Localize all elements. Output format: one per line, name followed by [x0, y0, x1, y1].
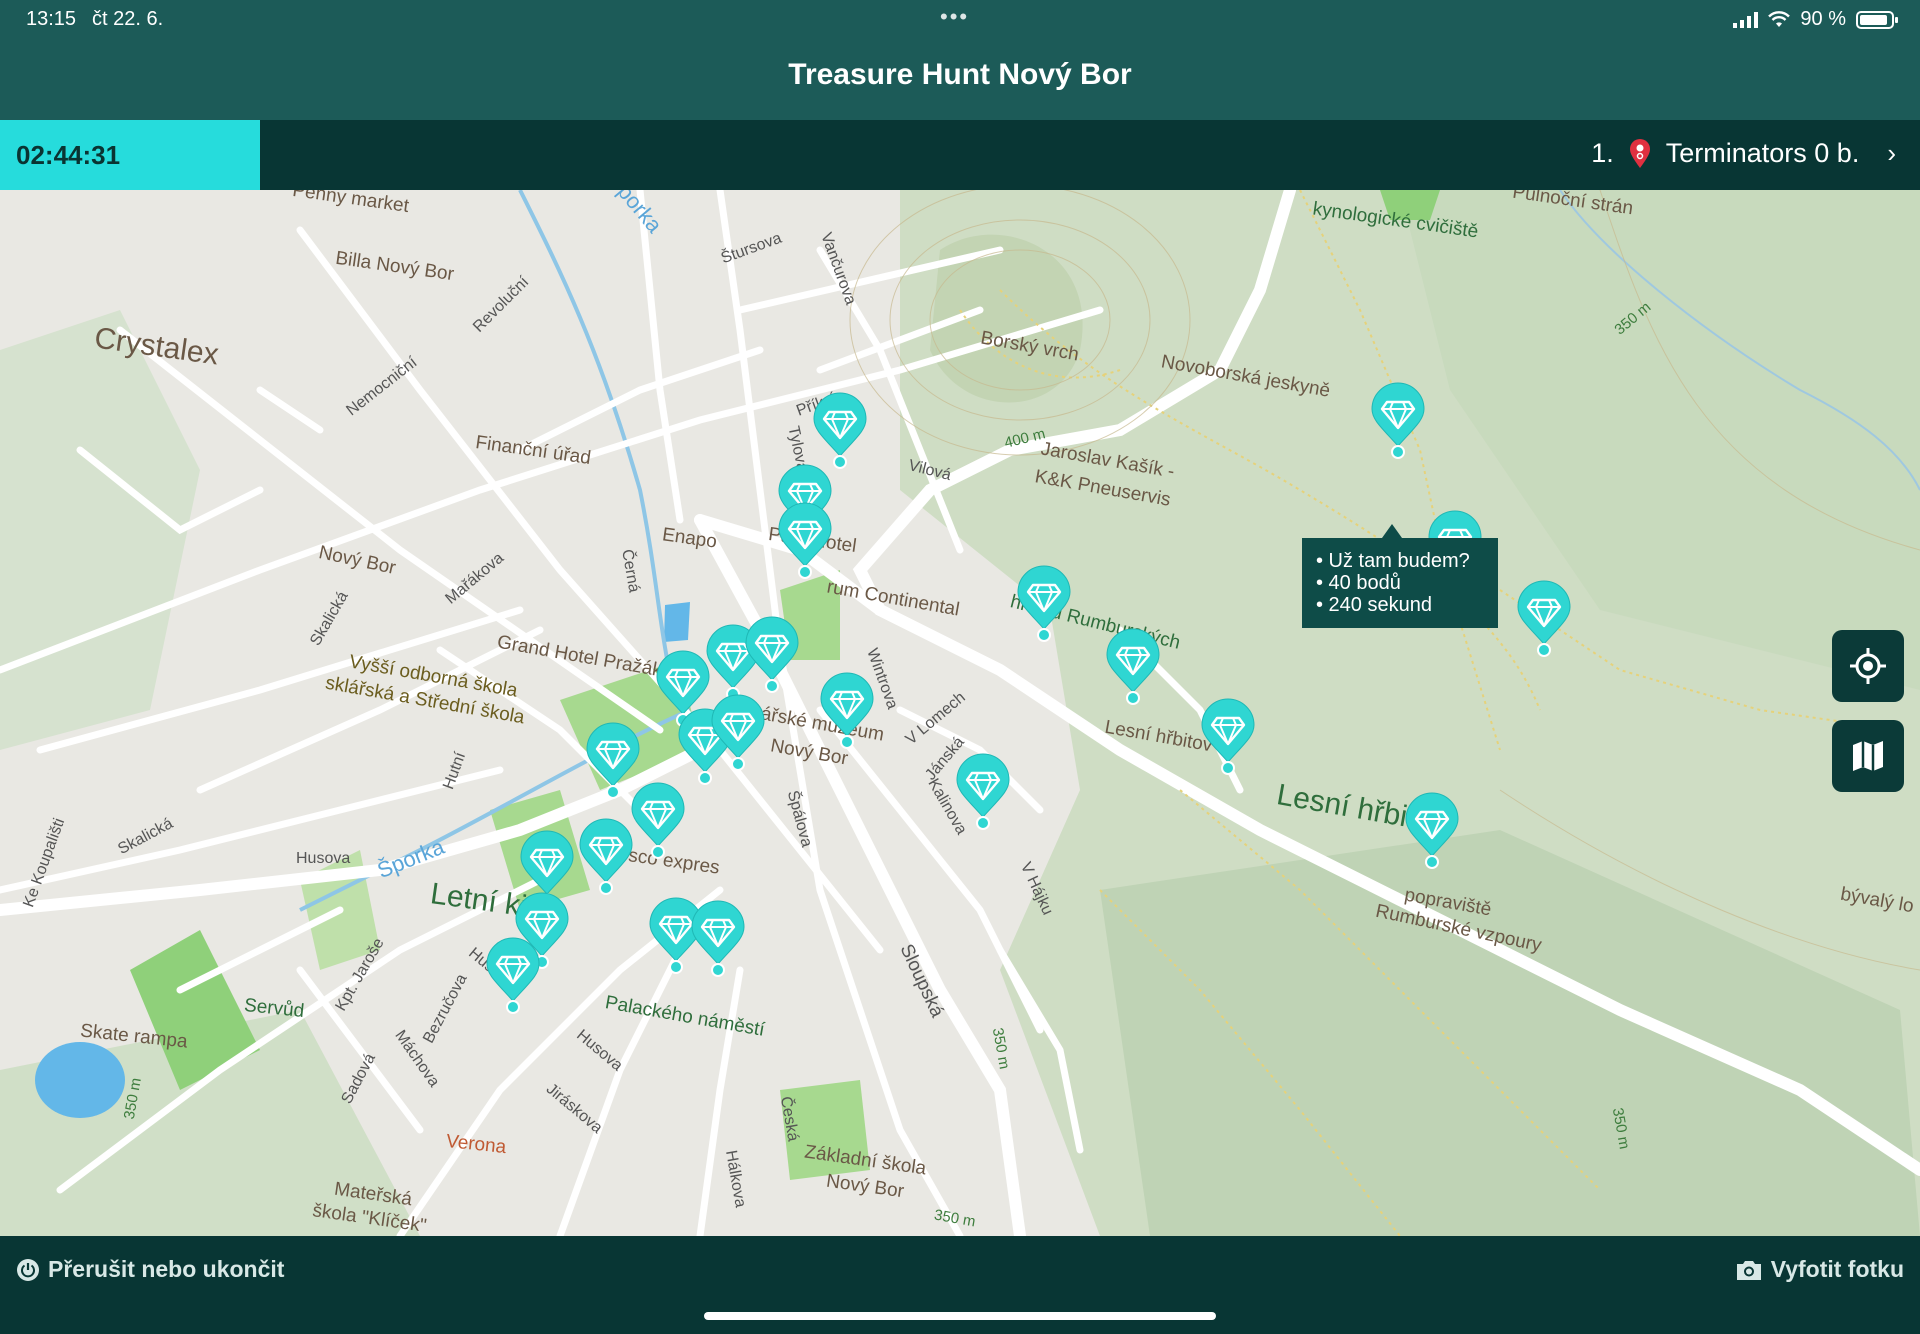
treasure-marker[interactable]	[1198, 698, 1258, 778]
treasure-marker[interactable]	[1368, 382, 1428, 462]
countdown-timer: 02:44:31	[0, 120, 260, 190]
treasure-tooltip[interactable]: • Už tam budem? • 40 bodů • 240 sekund	[1302, 524, 1498, 628]
diamond-pin-icon	[1371, 382, 1425, 459]
status-right: 90 %	[1733, 8, 1898, 31]
diamond-pin-icon	[486, 937, 540, 1014]
game-info-bar: 02:44:31 1. Terminators 0 b. ›	[0, 120, 1920, 190]
diamond-pin-icon	[1517, 580, 1571, 657]
tooltip-time: • 240 sekund	[1316, 594, 1432, 616]
treasure-marker[interactable]	[576, 818, 636, 898]
bottom-toolbar: Přerušit nebo ukončit Vyfotit fotku	[0, 1236, 1920, 1334]
diamond-pin-icon	[778, 502, 832, 579]
rank-label: 1.	[1591, 138, 1614, 168]
leaderboard-button[interactable]: 1. Terminators 0 b. ›	[1591, 138, 1896, 169]
treasure-marker[interactable]	[1514, 580, 1574, 660]
wifi-icon	[1768, 10, 1791, 27]
treasure-marker[interactable]	[817, 672, 877, 752]
diamond-pin-icon	[820, 672, 874, 749]
locate-button[interactable]	[1832, 630, 1904, 702]
diamond-pin-icon	[1017, 565, 1071, 642]
treasure-marker[interactable]	[1014, 565, 1074, 645]
diamond-pin-icon	[956, 753, 1010, 830]
quit-label: Přerušit nebo ukončit	[48, 1256, 285, 1282]
team-score: Terminators 0 b.	[1665, 138, 1860, 168]
diamond-pin-icon	[579, 818, 633, 895]
treasure-marker[interactable]	[775, 502, 835, 582]
multitasking-dots-icon[interactable]: •••	[940, 4, 969, 30]
locate-icon	[1850, 648, 1886, 684]
treasure-marker[interactable]	[742, 616, 802, 696]
diamond-pin-icon	[691, 900, 745, 977]
diamond-pin-icon	[711, 694, 765, 771]
map-label-husova: Husova	[296, 850, 351, 867]
treasure-marker[interactable]	[953, 753, 1013, 833]
map-base-layer	[0, 190, 1920, 1236]
photo-label: Vyfotit fotku	[1770, 1256, 1904, 1282]
status-date: čt 22. 6.	[92, 8, 164, 30]
map-view[interactable]: Penny market Billa Nový Bor Crystalex Re…	[0, 190, 1920, 1236]
diamond-pin-icon	[813, 392, 867, 469]
status-time: 13:15	[26, 8, 77, 30]
app-header: 13:15 čt 22. 6. ••• 90 % Treasure Hunt N…	[0, 0, 1920, 120]
map-layers-button[interactable]	[1832, 720, 1904, 792]
tooltip-title: • Už tam budem?	[1316, 550, 1470, 572]
take-photo-button[interactable]: Vyfotit fotku	[1735, 1256, 1904, 1283]
diamond-pin-icon	[631, 782, 685, 859]
treasure-marker[interactable]	[708, 694, 768, 774]
tooltip-points: • 40 bodů	[1316, 572, 1401, 594]
power-icon	[17, 1258, 39, 1281]
signal-icon	[1733, 11, 1759, 28]
treasure-marker[interactable]	[628, 782, 688, 862]
page-title: Treasure Hunt Nový Bor	[788, 58, 1132, 91]
treasure-marker[interactable]	[688, 900, 748, 980]
battery-icon	[1856, 10, 1898, 29]
quit-button[interactable]: Přerušit nebo ukončit	[16, 1256, 284, 1283]
treasure-marker[interactable]	[1402, 792, 1462, 872]
chevron-right-icon: ›	[1887, 138, 1896, 168]
camera-icon	[1736, 1260, 1761, 1280]
diamond-pin-icon	[1201, 698, 1255, 775]
diamond-pin-icon	[1106, 628, 1160, 705]
treasure-marker[interactable]	[483, 937, 543, 1017]
home-indicator[interactable]	[704, 1312, 1216, 1320]
diamond-pin-icon	[745, 616, 799, 693]
treasure-marker[interactable]	[810, 392, 870, 472]
battery-percent: 90 %	[1800, 8, 1846, 30]
diamond-pin-icon	[1405, 792, 1459, 869]
team-pin-icon	[1629, 138, 1650, 168]
map-layers-icon	[1853, 741, 1883, 771]
status-bar: 13:15 čt 22. 6. ••• 90 %	[0, 0, 1920, 40]
treasure-marker[interactable]	[1103, 628, 1163, 708]
